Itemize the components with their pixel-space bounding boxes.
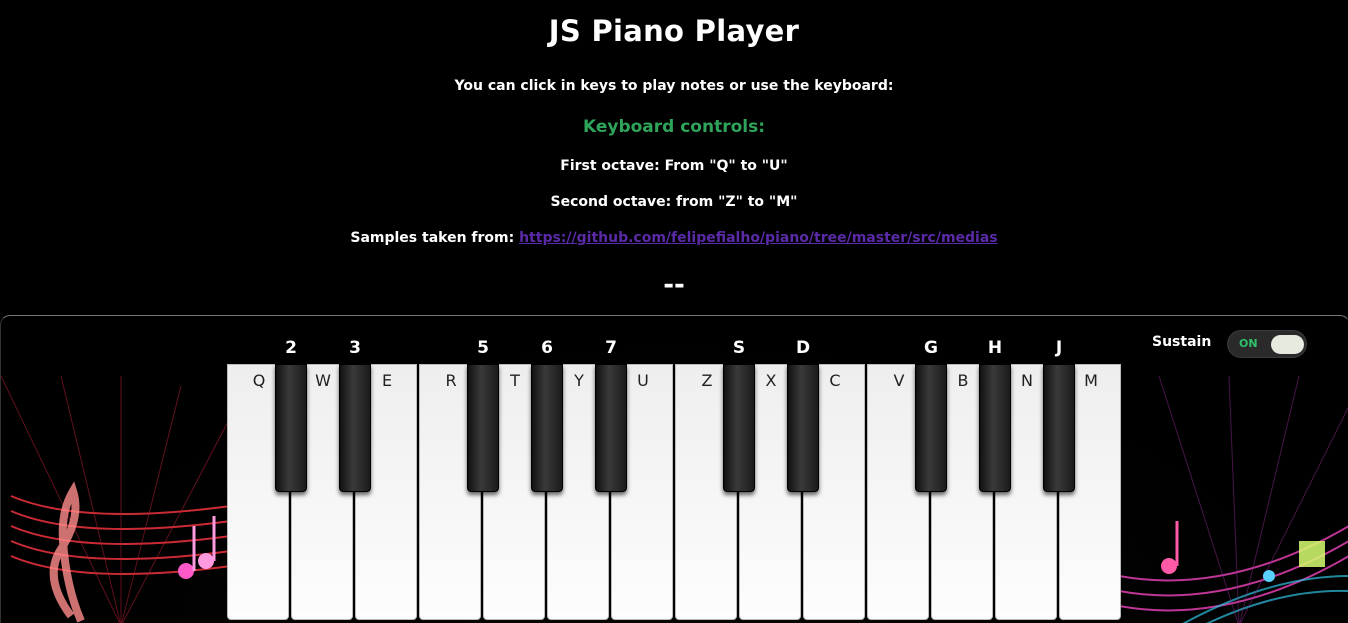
black-key[interactable] <box>275 364 307 492</box>
black-key[interactable] <box>531 364 563 492</box>
sustain-toggle-state: ON <box>1239 337 1258 350</box>
page-title: JS Piano Player <box>548 14 800 48</box>
black-key-label: G <box>924 338 938 358</box>
controls-heading: Keyboard controls: <box>582 117 766 137</box>
black-key-label: J <box>1055 338 1063 358</box>
piano-keyboard: Q W E R T Y U Z X C V B N M <box>227 364 1123 622</box>
first-octave-text: First octave: From "Q" to "U" <box>560 158 788 174</box>
samples-link[interactable]: https://github.com/felipefialho/piano/tr… <box>519 230 998 246</box>
black-key[interactable] <box>723 364 755 492</box>
black-key-label: D <box>795 338 811 358</box>
second-octave-text: Second octave: from "Z" to "M" <box>550 194 798 210</box>
black-key-label: 7 <box>605 338 617 358</box>
black-key[interactable] <box>1043 364 1075 492</box>
black-key-label: 3 <box>349 338 361 358</box>
black-key[interactable] <box>915 364 947 492</box>
samples-prefix: Samples taken from: <box>350 230 520 246</box>
black-key[interactable] <box>979 364 1011 492</box>
sustain-toggle-knob <box>1271 335 1304 354</box>
sustain-toggle[interactable]: ON <box>1227 330 1307 358</box>
instructions-text: You can click in keys to play notes or u… <box>454 78 894 94</box>
black-key-label: S <box>732 338 746 358</box>
black-key[interactable] <box>787 364 819 492</box>
samples-line: Samples taken from: https://github.com/f… <box>0 230 1348 246</box>
black-key-label: 6 <box>541 338 553 358</box>
current-note-display: -- <box>663 270 685 300</box>
music-notes-decoration-left <box>1 376 231 623</box>
black-key-label: 5 <box>477 338 489 358</box>
music-notes-decoration-right <box>1119 376 1348 623</box>
black-key-label: 2 <box>285 338 297 358</box>
black-key[interactable] <box>339 364 371 492</box>
black-key[interactable] <box>595 364 627 492</box>
black-key-label: H <box>987 338 1003 358</box>
black-key[interactable] <box>467 364 499 492</box>
sustain-label: Sustain <box>1152 334 1212 350</box>
